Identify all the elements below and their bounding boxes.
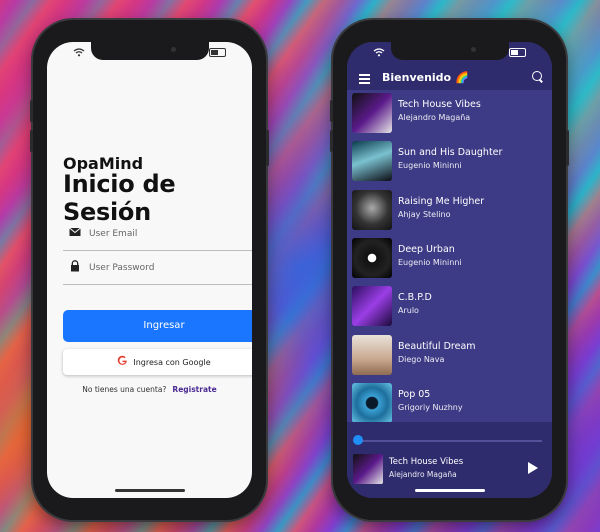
login-screen: OpaMind Inicio de Sesión Ingresar Ingres… [47, 42, 252, 498]
track-item[interactable]: Pop 05 Grigoriy Nuzhny [350, 380, 549, 426]
password-field[interactable] [63, 252, 252, 285]
volume-up-button [330, 100, 333, 122]
status-bar [47, 46, 252, 60]
track-artist: Eugenio Mininni [398, 258, 462, 267]
track-artist: Diego Nava [398, 355, 445, 364]
track-artist: Grigoriy Nuzhny [398, 403, 463, 412]
power-button [566, 130, 569, 166]
track-item[interactable]: Raising Me Higher Ahjay Stelino [350, 187, 549, 233]
track-title: Pop 05 [398, 389, 431, 400]
mail-icon [69, 227, 81, 236]
track-item[interactable]: Tech House Vibes Alejandro Magaña [350, 90, 549, 136]
battery-icon [209, 48, 226, 57]
now-playing-title: Tech House Vibes [389, 457, 464, 467]
track-artist: Arulo [398, 306, 419, 315]
signup-prompt: No tienes una cuenta? [82, 385, 167, 394]
power-button [266, 130, 269, 166]
track-item[interactable]: Beautiful Dream Diego Nava [350, 332, 549, 378]
track-title: C.B.P.D [398, 292, 432, 303]
password-input[interactable] [87, 257, 252, 279]
track-title: Beautiful Dream [398, 341, 476, 352]
signup-row: No tienes una cuenta? Registrate [47, 385, 252, 394]
track-title: Tech House Vibes [398, 99, 481, 110]
track-artist: Alejandro Magaña [398, 113, 471, 122]
play-icon[interactable] [528, 462, 538, 474]
track-title: Raising Me Higher [398, 196, 485, 207]
mini-player: Tech House Vibes Alejandro Magaña [347, 422, 552, 498]
album-cover [352, 335, 392, 375]
google-login-label: Ingresa con Google [133, 357, 211, 367]
track-title: Sun and His Daughter [398, 147, 503, 158]
track-item[interactable]: Sun and His Daughter Eugenio Mininni [350, 138, 549, 184]
wifi-icon [73, 47, 85, 60]
track-item[interactable]: Deep Urban Eugenio Mininni [350, 235, 549, 281]
progress-track[interactable] [357, 440, 542, 442]
google-login-button[interactable]: Ingresa con Google [63, 349, 252, 375]
track-item[interactable]: C.B.P.D Arulo [350, 283, 549, 329]
home-indicator [414, 489, 485, 492]
phone-login: OpaMind Inicio de Sesión Ingresar Ingres… [30, 20, 269, 520]
volume-up-button [30, 100, 33, 122]
album-cover [352, 286, 392, 326]
home-indicator [114, 489, 185, 492]
phone-player: Bienvenido 🌈 Tech House Vibes Alejandro … [330, 20, 569, 520]
album-cover [352, 238, 392, 278]
email-field[interactable] [63, 218, 252, 251]
app-title: Bienvenido 🌈 [382, 71, 469, 84]
album-cover [352, 190, 392, 230]
track-title: Deep Urban [398, 244, 455, 255]
track-artist: Ahjay Stelino [398, 210, 451, 219]
now-playing-cover [353, 454, 383, 484]
status-bar [347, 46, 552, 60]
wifi-icon [373, 47, 385, 60]
lock-icon [71, 260, 79, 272]
player-screen: Bienvenido 🌈 Tech House Vibes Alejandro … [347, 42, 552, 498]
progress-slider-knob[interactable] [353, 435, 363, 445]
battery-icon [509, 48, 526, 57]
album-cover [352, 141, 392, 181]
album-cover [352, 93, 392, 133]
album-cover [352, 383, 392, 423]
volume-down-button [330, 130, 333, 152]
track-artist: Eugenio Mininni [398, 161, 462, 170]
volume-down-button [30, 130, 33, 152]
email-input[interactable] [87, 223, 252, 245]
now-playing-artist: Alejandro Magaña [389, 470, 457, 479]
app-bar: Bienvenido 🌈 [347, 42, 552, 90]
menu-icon[interactable] [359, 74, 370, 86]
login-button[interactable]: Ingresar [63, 310, 252, 342]
google-icon [117, 355, 128, 369]
search-icon[interactable] [532, 71, 542, 81]
signup-link[interactable]: Registrate [172, 385, 216, 394]
